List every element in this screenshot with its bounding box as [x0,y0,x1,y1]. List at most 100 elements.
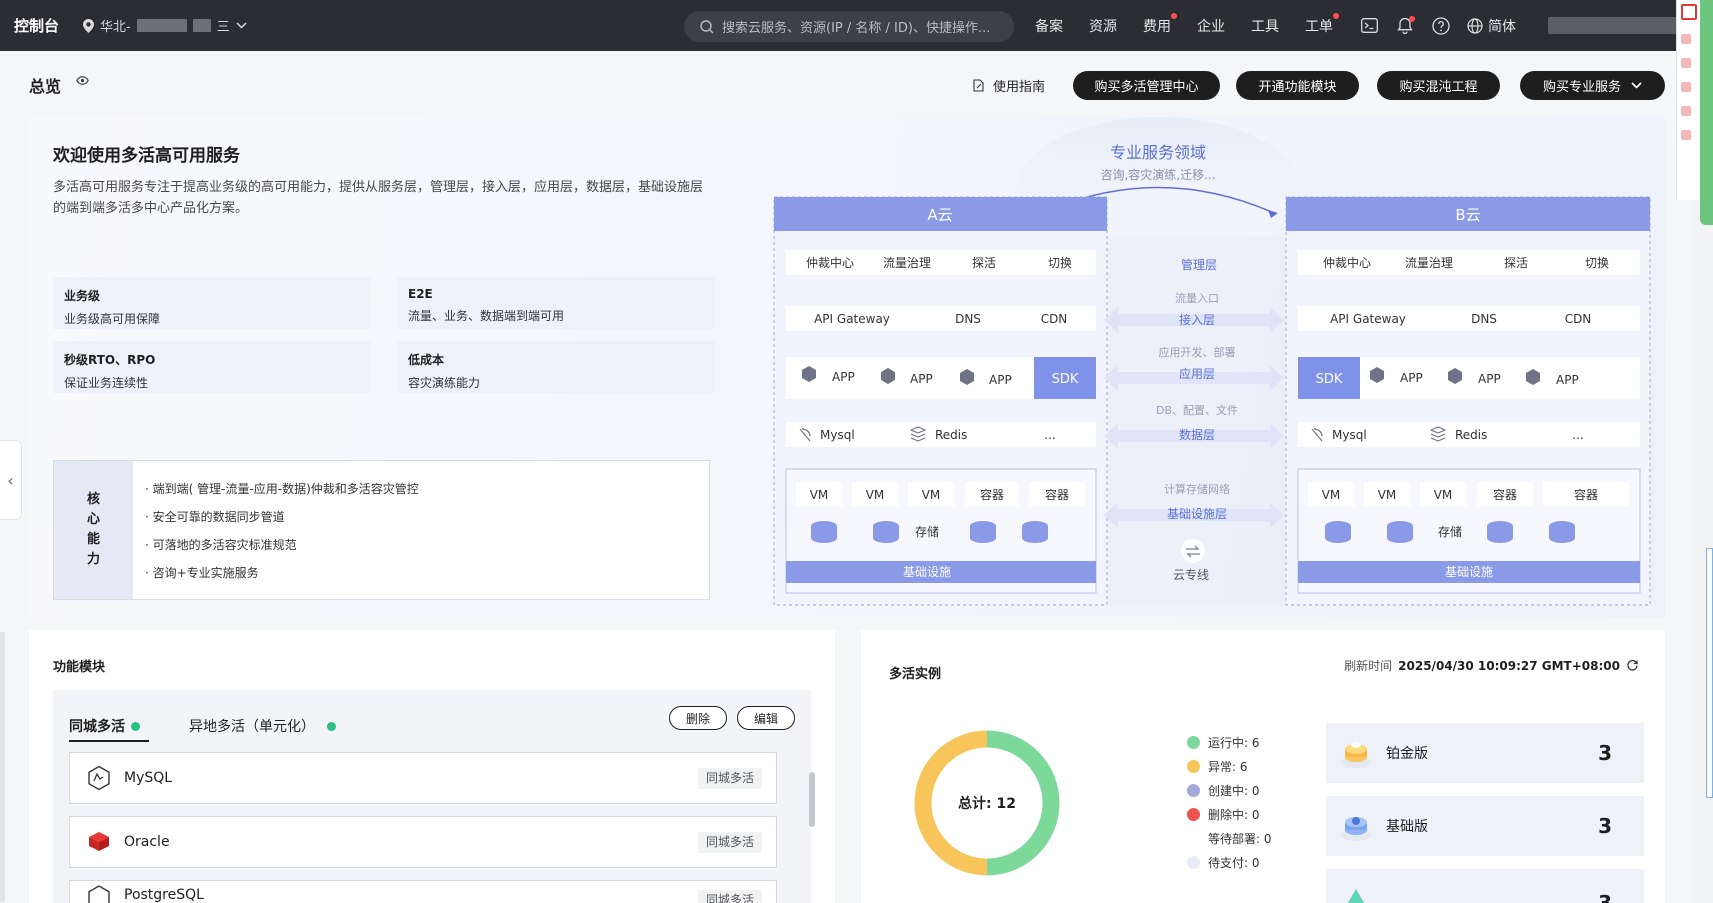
language-switch[interactable]: 简体 [1467,16,1516,36]
enable-module-button[interactable]: 开通功能模块 [1236,71,1359,100]
panel-marker [1681,130,1691,140]
list-item[interactable]: Oracle 同城多活 [69,816,777,868]
legend-swatch [1187,783,1200,797]
instances-card: 多活实例 刷新时间 2025/04/30 10:09:27 GMT+08:00 … [861,630,1665,903]
eye-icon[interactable] [76,76,89,85]
tab-same-city-active[interactable]: 同城多活 [69,716,140,736]
legend-swatch [1187,831,1200,845]
layer-label: 接入层 [1179,312,1215,327]
left-edge-bar [0,632,5,902]
vm-label: VM [810,488,829,502]
app-label: APP [1556,373,1579,387]
nav-tools[interactable]: 工具 [1251,16,1279,36]
mgmt-item: 仲裁中心 [1323,255,1371,270]
edition-card-third[interactable]: 3 [1326,869,1644,903]
legend-item: 删除中: 0 [1187,802,1272,826]
status-dot [131,721,140,731]
console-title[interactable]: 控制台 [14,15,59,36]
feature-title: 秒级RTO、RPO [64,353,156,367]
feature-card: 秒级RTO、RPO 保证业务连续性 [53,341,371,393]
layer-label: 数据层 [1179,427,1215,442]
legend-item: 等待部署: 0 [1187,826,1272,850]
service-domain-sub: 咨询,容灾演练,迁移... [1100,167,1215,182]
nav-billing[interactable]: 费用 [1143,12,1177,36]
list-scrollbar[interactable] [809,772,815,827]
global-search-input[interactable]: 搜索云服务、资源(IP / 名称 / ID)、快捷操作... [684,11,1014,42]
feature-card: 低成本 容灾演练能力 [397,341,715,393]
search-icon [700,19,714,33]
nav-beian[interactable]: 备案 [1035,16,1063,36]
list-item: · 端到端( 管理-流量-应用-数据)仲裁和多活容灾管控 [145,482,419,496]
layer-label: 管理层 [1181,257,1217,272]
panel-marker [1681,106,1691,116]
instances-title: 多活实例 [889,667,942,682]
infra-label: 基础设施 [903,565,951,579]
welcome-description: 多活高可用服务专注于提高业务级的高可用能力，提供从服务层，管理层，接入层，应用层… [53,180,704,216]
chevron-down-icon [236,22,247,29]
postgresql-icon [88,885,110,903]
oracle-icon [89,832,109,851]
floating-widget[interactable] [1700,0,1713,225]
app-label: APP [989,373,1012,387]
tab-cross-region-active[interactable]: 异地多活（单元化） [189,716,336,736]
list-item: · 咨询+专业实施服务 [145,566,259,580]
user-guide-link[interactable]: 使用指南 [972,76,1045,95]
account-name-masked[interactable] [1548,17,1678,34]
layer-caption: 计算存储网络 [1164,482,1230,496]
basic-edition-icon [1341,817,1371,841]
nav-tickets-label: 工单 [1305,18,1333,35]
list-item[interactable]: MySQL 同城多活 [69,752,777,804]
vm-label: VM [866,488,885,502]
nav-billing-label: 费用 [1143,18,1171,35]
nav-resources[interactable]: 资源 [1089,16,1117,36]
buy-management-center-button[interactable]: 购买多活管理中心 [1073,71,1220,100]
feature-title: E2E [408,287,433,301]
app-label: APP [1478,372,1501,386]
edition-card-basic[interactable]: 基础版 3 [1326,796,1644,856]
edit-button[interactable]: 编辑 [737,706,795,730]
container-label: 容器 [1574,487,1598,502]
welcome-title: 欢迎使用多活高可用服务 [53,146,240,166]
region-masked [192,19,211,32]
refresh-icon[interactable] [1626,659,1639,672]
container-label: 容器 [1045,487,1069,502]
layer-label: 基础设施层 [1167,507,1227,521]
list-item: · 可落地的多活容灾标准规范 [145,538,297,552]
module-name: PostgreSQL [124,887,204,903]
mgmt-item: 流量治理 [1405,256,1453,270]
region-selector[interactable]: 华北- 三 [83,16,247,35]
help-icon[interactable] [1431,16,1451,36]
mgmt-item: 切换 [1585,256,1609,270]
floating-panel-edge [1706,548,1713,798]
legend-item: 待支付: 0 [1187,850,1272,874]
buy-professional-service-button[interactable]: 购买专业服务 [1520,71,1665,100]
mysql-icon [88,765,110,791]
layer-label: 应用层 [1179,366,1215,381]
dedicated-line-label: 云专线 [1173,567,1209,582]
region-name-prefix: 华北- [100,20,131,35]
legend-label: 等待部署: 0 [1208,831,1272,846]
delete-button[interactable]: 删除 [669,706,727,730]
buy-chaos-engineering-button[interactable]: 购买混沌工程 [1377,71,1500,100]
list-item[interactable]: PostgreSQL 同城多活 [69,880,777,903]
nav-tickets[interactable]: 工单 [1305,12,1339,36]
mgmt-item: 探活 [972,256,996,270]
cloud-a-label: A云 [927,206,952,224]
top-navigation-bar: 控制台 华北- 三 搜索云服务、资源(IP / 名称 / ID)、快捷操作...… [0,0,1713,51]
module-tag: 同城多活 [697,890,762,903]
legend-label: 异常: 6 [1208,759,1248,774]
layer-caption: DB、配置、文件 [1156,403,1238,417]
legend-label: 运行中: 6 [1208,735,1260,750]
edition-name: 基础版 [1386,819,1428,835]
cloud-shell-icon[interactable] [1359,16,1379,36]
bell-icon[interactable] [1395,15,1415,36]
sidebar-collapse-toggle[interactable]: ‹ [0,440,22,520]
nav-enterprise[interactable]: 企业 [1197,16,1225,36]
edition-card-platinum[interactable]: 铂金版 3 [1326,723,1644,783]
core-label-char: 力 [86,552,100,567]
notification-dot [1171,12,1177,19]
data-item: Mysql [820,428,855,442]
legend-swatch [1187,807,1200,821]
top-nav-links: 备案 资源 费用 企业 工具 工单 简体 [1035,0,1542,51]
module-name: Oracle [124,834,170,850]
